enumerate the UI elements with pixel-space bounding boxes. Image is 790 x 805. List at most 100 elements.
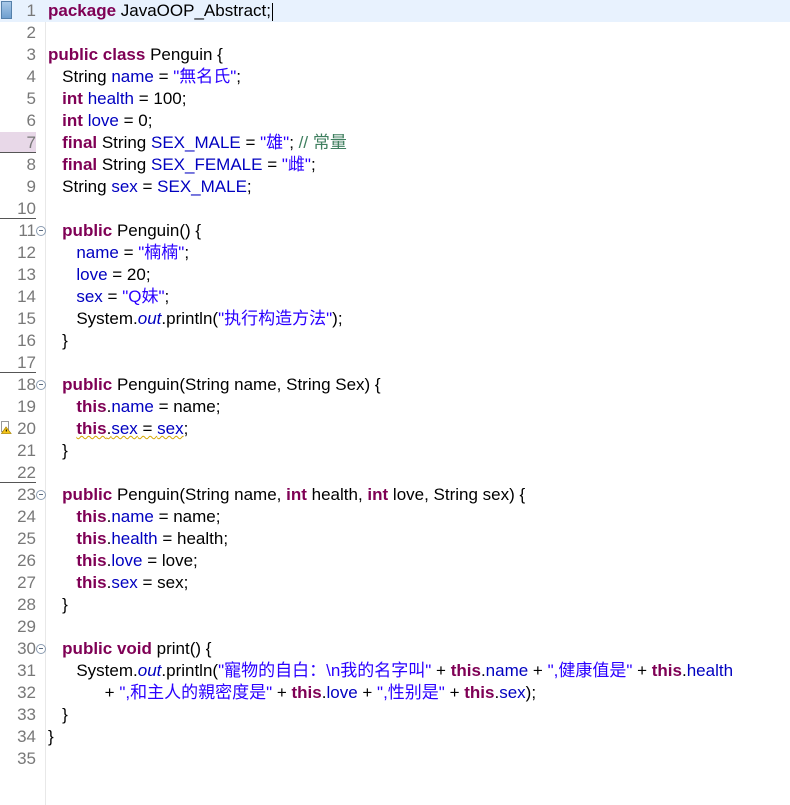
code-token: sex bbox=[111, 573, 138, 592]
code-text[interactable]: System.out.println("执行构造方法"); bbox=[48, 308, 342, 330]
code-editor[interactable]: 1 package JavaOOP_Abstract; 2 3 public class… bbox=[0, 0, 790, 805]
code-line[interactable]: 10 bbox=[0, 198, 790, 220]
code-text[interactable]: this.name = name; bbox=[48, 506, 220, 528]
code-line[interactable]: 19 this.name = name; bbox=[0, 396, 790, 418]
code-text[interactable]: this.name = name; bbox=[48, 396, 220, 418]
code-token: } bbox=[48, 727, 54, 746]
code-token: sex bbox=[111, 177, 138, 196]
code-text[interactable]: public Penguin(String name, String Sex) … bbox=[48, 374, 380, 396]
code-token: ; bbox=[310, 155, 316, 174]
collapse-icon[interactable] bbox=[36, 644, 46, 654]
code-line[interactable]: 7 final String SEX_MALE = "雄"; // 常量 bbox=[0, 132, 790, 154]
code-line[interactable]: 12 name = "楠楠"; bbox=[0, 242, 790, 264]
code-text[interactable]: } bbox=[48, 704, 68, 726]
code-line[interactable]: 29 bbox=[0, 616, 790, 638]
code-line[interactable]: 32 + ",和主人的親密度是" + this.love + ",性别是" + … bbox=[0, 682, 790, 704]
code-text[interactable]: int love = 0; bbox=[48, 110, 152, 132]
code-token: health bbox=[686, 661, 734, 680]
line-number: 16 bbox=[17, 331, 36, 350]
code-token: + bbox=[444, 683, 465, 702]
code-token: int bbox=[62, 89, 83, 108]
line-number: 22 bbox=[0, 462, 36, 483]
code-line[interactable]: 30 public void print() { bbox=[0, 638, 790, 660]
line-number: 15 bbox=[17, 309, 36, 328]
code-text[interactable]: this.health = health; bbox=[48, 528, 228, 550]
code-token: sex bbox=[499, 683, 526, 702]
code-token: this bbox=[76, 529, 107, 548]
line-number: 13 bbox=[17, 265, 36, 284]
code-text[interactable]: this.sex = sex; bbox=[48, 572, 188, 594]
code-text[interactable]: System.out.println("寵物的自白：\n我的名字叫" + thi… bbox=[48, 660, 733, 682]
code-text[interactable]: } bbox=[48, 726, 54, 748]
code-text[interactable]: this.love = love; bbox=[48, 550, 197, 572]
code-text[interactable]: name = "楠楠"; bbox=[48, 242, 189, 264]
code-token: out bbox=[137, 309, 162, 328]
code-text[interactable]: } bbox=[48, 440, 68, 462]
code-text[interactable]: love = 20; bbox=[48, 264, 150, 286]
code-line[interactable]: 6 int love = 0; bbox=[0, 110, 790, 132]
code-line[interactable]: 15 System.out.println("执行构造方法"); bbox=[0, 308, 790, 330]
code-line[interactable]: 17 bbox=[0, 352, 790, 374]
code-text[interactable]: this.sex = sex; bbox=[48, 418, 188, 440]
code-line[interactable]: 33 } bbox=[0, 704, 790, 726]
code-text[interactable]: public class Penguin { bbox=[48, 44, 223, 66]
code-text[interactable]: + ",和主人的親密度是" + this.love + ",性别是" + thi… bbox=[48, 682, 536, 704]
code-token: + bbox=[528, 661, 548, 680]
code-line[interactable]: 2 bbox=[0, 22, 790, 44]
code-line[interactable]: 4 String name = "無名氏"; bbox=[0, 66, 790, 88]
code-line[interactable]: 25 this.health = health; bbox=[0, 528, 790, 550]
code-line[interactable]: 11 public Penguin() { bbox=[0, 220, 790, 242]
code-token: + bbox=[357, 683, 378, 702]
collapse-icon[interactable] bbox=[36, 226, 46, 236]
code-line[interactable]: 8 final String SEX_FEMALE = "雌"; bbox=[0, 154, 790, 176]
code-line[interactable]: 27 this.sex = sex; bbox=[0, 572, 790, 594]
code-token: // 常量 bbox=[298, 133, 347, 152]
code-token: Penguin { bbox=[145, 45, 223, 64]
code-token: = bbox=[240, 133, 261, 152]
code-text[interactable]: String sex = SEX_MALE; bbox=[48, 176, 252, 198]
code-text[interactable]: } bbox=[48, 330, 68, 352]
code-text[interactable]: } bbox=[48, 594, 68, 616]
code-line[interactable]: 5 int health = 100; bbox=[0, 88, 790, 110]
code-text[interactable]: final String SEX_FEMALE = "雌"; bbox=[48, 154, 316, 176]
code-line[interactable]: 28 } bbox=[0, 594, 790, 616]
code-text[interactable]: public void print() { bbox=[48, 638, 211, 660]
code-token: public bbox=[62, 375, 113, 394]
code-token: ; bbox=[289, 133, 299, 152]
code-token: ; bbox=[236, 67, 242, 86]
code-line[interactable]: 3 public class Penguin { bbox=[0, 44, 790, 66]
code-line[interactable]: 21 } bbox=[0, 440, 790, 462]
code-text[interactable]: public Penguin(String name, int health, … bbox=[48, 484, 525, 506]
code-token: this bbox=[76, 419, 107, 438]
code-line[interactable]: 20 this.sex = sex; bbox=[0, 418, 790, 440]
code-line[interactable]: 31 System.out.println("寵物的自白：\n我的名字叫" + … bbox=[0, 660, 790, 682]
code-line[interactable]: 1 package JavaOOP_Abstract; bbox=[0, 0, 790, 22]
code-token: name bbox=[111, 67, 154, 86]
code-line[interactable]: 14 sex = "Q妹"; bbox=[0, 286, 790, 308]
code-line[interactable]: 18 public Penguin(String name, String Se… bbox=[0, 374, 790, 396]
code-line[interactable]: 24 this.name = name; bbox=[0, 506, 790, 528]
code-token: sex bbox=[157, 419, 184, 438]
code-text[interactable]: public Penguin() { bbox=[48, 220, 201, 242]
code-line[interactable]: 13 love = 20; bbox=[0, 264, 790, 286]
code-text[interactable]: String name = "無名氏"; bbox=[48, 66, 241, 88]
code-token: "Q妹" bbox=[122, 287, 165, 306]
code-line[interactable]: 34} bbox=[0, 726, 790, 748]
collapse-icon[interactable] bbox=[36, 380, 46, 390]
code-line[interactable]: 23 public Penguin(String name, int healt… bbox=[0, 484, 790, 506]
code-text[interactable]: sex = "Q妹"; bbox=[48, 286, 169, 308]
code-token: + bbox=[272, 683, 292, 702]
line-number: 30 bbox=[17, 639, 36, 658]
code-line[interactable]: 26 this.love = love; bbox=[0, 550, 790, 572]
code-text[interactable]: final String SEX_MALE = "雄"; // 常量 bbox=[48, 132, 347, 154]
code-text[interactable]: package JavaOOP_Abstract; bbox=[48, 0, 273, 22]
collapse-icon[interactable] bbox=[36, 490, 46, 500]
code-line[interactable]: 9 String sex = SEX_MALE; bbox=[0, 176, 790, 198]
code-line[interactable]: 16 } bbox=[0, 330, 790, 352]
code-line[interactable]: 22 bbox=[0, 462, 790, 484]
code-line[interactable]: 35 bbox=[0, 748, 790, 770]
code-text[interactable]: int health = 100; bbox=[48, 88, 186, 110]
